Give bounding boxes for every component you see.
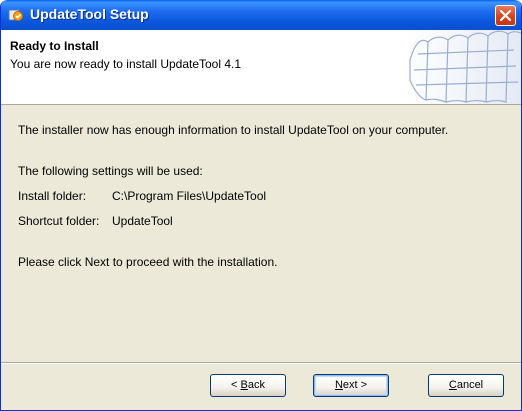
window-title: UpdateTool Setup — [30, 6, 149, 22]
cancel-button[interactable]: Cancel — [428, 374, 504, 397]
back-button-mnemonic: B — [240, 379, 248, 391]
setup-app-icon — [8, 7, 24, 23]
header-title: Ready to Install — [10, 39, 99, 53]
install-folder-label: Install folder: — [18, 189, 87, 203]
wizard-header: Ready to Install You are now ready to in… — [1, 30, 521, 105]
shortcut-folder-value: UpdateTool — [112, 214, 173, 228]
back-button[interactable]: < Back — [210, 374, 286, 397]
cancel-button-mnemonic: C — [448, 379, 457, 391]
back-button-prefix: < — [231, 379, 241, 391]
settings-heading: The following settings will be used: — [18, 164, 203, 178]
next-button[interactable]: Next > — [313, 374, 389, 397]
header-subtitle: You are now ready to install UpdateTool … — [10, 57, 242, 71]
next-button-mnemonic: N — [334, 379, 343, 391]
setup-window: UpdateTool Setup Ready to Install You ar… — [0, 0, 522, 411]
close-button[interactable] — [495, 5, 516, 26]
instruction-text: Please click Next to proceed with the in… — [18, 255, 278, 269]
shortcut-folder-label: Shortcut folder: — [18, 214, 100, 228]
close-icon — [500, 10, 511, 21]
footer-separator — [1, 362, 521, 364]
back-button-rest: ack — [247, 379, 265, 391]
cancel-button-rest: ancel — [456, 379, 484, 391]
intro-text: The installer now has enough information… — [18, 123, 449, 137]
next-button-rest: ext > — [342, 379, 368, 391]
title-bar[interactable]: UpdateTool Setup — [1, 0, 521, 30]
install-folder-value: C:\Program Files\UpdateTool — [112, 189, 267, 203]
header-decoration-image — [406, 30, 521, 104]
